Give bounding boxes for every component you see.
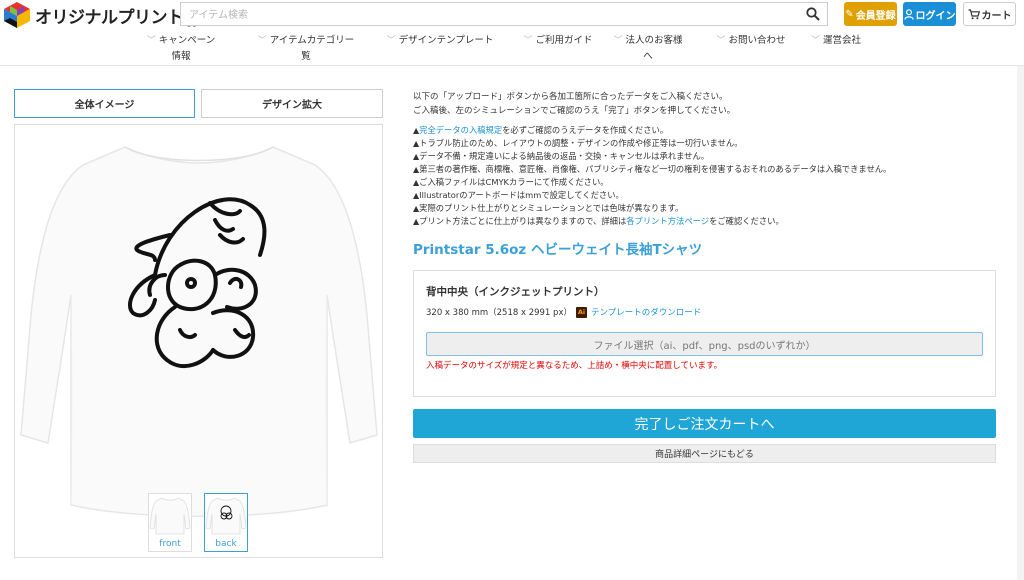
note-text: 第三者の著作権、商標権、意匠権、肖像権、パブリシティ権など一切の権利を侵害するお… [419,164,892,174]
chevron-down-icon: ﹀ [257,36,267,46]
note-item: ▲第三者の著作権、商標権、意匠権、肖像権、パブリシティ権など一切の権利を侵害する… [413,163,891,176]
thumb-front[interactable]: front [148,493,192,552]
print-size-line: 320 x 380 mm（2518 x 2991 px） Ai テンプレートのダ… [426,306,701,318]
nav-item-company[interactable]: ﹀ 運営会社 [810,33,862,49]
note-item: ▲プリント方法ごとに仕上がりは異なりますので、詳細は各プリント方法ページをご確認… [413,215,891,228]
member-register-button[interactable]: ✎ 会員登録 [844,2,897,26]
thumb-label: back [215,539,237,549]
tab-full-image[interactable]: 全体イメージ [14,89,195,118]
pencil-icon: ✎ [845,8,854,20]
note-text: をご確認ください。 [709,216,784,226]
print-position-title: 背中中央（インクジェットプリント） [426,286,605,298]
chevron-down-icon: ﹀ [613,36,623,46]
nav-item-label: アイテムカテゴリー覧 [269,35,355,62]
note-text: データ不備・規定違いによる納品後の返品・交換・キャンセルは承れません。 [419,151,710,161]
note-text: Illustratorのアートボードはmmで設定してください。 [419,190,624,200]
template-download-link[interactable]: テンプレートのダウンロード [591,306,701,318]
product-title: Printstar 5.6oz ヘビーウェイト長袖Tシャツ [413,242,703,258]
cart-label: カート [981,10,1012,22]
nav-item-category[interactable]: ﹀ アイテムカテゴリー覧 [254,33,358,65]
print-methods-link[interactable]: 各プリント方法ページ [626,216,709,226]
cart-icon [968,8,980,19]
note-text: を必ずご確認のうえデータを作成ください。 [502,125,669,135]
user-icon [903,8,914,20]
login-button[interactable]: ログイン [903,2,956,26]
nav-item-label: キャンペーン情報 [158,35,216,62]
note-text: トラブル防止のため、レイアウトの調整・デザインの作成や修正等は一切行いません。 [419,138,743,148]
file-select-button[interactable]: ファイル選択（ai、pdf、png、psdのいずれか） [426,332,983,356]
back-to-product-button[interactable]: 商品詳細ページにもどる [413,444,996,463]
notes-list: ▲完全データの入稿規定を必ずご確認のうえデータを作成ください。 ▲トラブル防止の… [413,124,891,228]
upload-panel: 背中中央（インクジェットプリント） 320 x 380 mm（2518 x 29… [413,270,996,397]
nav-item-contact[interactable]: ﹀ お問い合わせ [716,33,786,49]
nav-item-label: 法人のお客様へ [625,35,683,62]
search-icon [806,7,820,21]
tshirt-front-thumbnail [149,497,191,535]
tshirt-back-image [20,146,378,517]
nav-item-label: 運営会社 [823,35,862,46]
search-button[interactable] [803,5,823,23]
search-input[interactable] [181,4,781,27]
note-text: ご入稿ファイルはCMYKカラーにて作成ください。 [419,177,609,187]
site-logo[interactable]: オリジナルプリント.jp [2,1,202,29]
note-item: ▲ご入稿ファイルはCMYKカラーにて作成ください。 [413,176,891,189]
header: オリジナルプリント.jp ✎ 会員登録 ログイン カート [0,0,1024,30]
member-register-label: 会員登録 [855,10,896,22]
page-scrollbar[interactable] [1017,66,1024,580]
instruction-line: ご入稿後、左のシミュレーションでご確認のうえ「完了」ボタンを押してください。 [413,106,736,116]
tshirt-preview [14,124,383,558]
note-item: ▲完全データの入稿規定を必ずご確認のうえデータを作成ください。 [413,124,891,137]
chevron-down-icon: ﹀ [716,36,726,46]
chevron-down-icon: ﹀ [523,36,533,46]
tab-design-zoom[interactable]: デザイン拡大 [201,89,383,118]
nav-item-label: お問い合わせ [728,35,786,46]
nav-item-label: デザインテンプレート [398,35,494,46]
nav-item-label: ご利用ガイド [535,35,593,46]
logo-text: オリジナルプリント.jp [35,7,202,27]
logo-cube-icon [4,2,30,28]
upload-instructions: 以下の「アップロード」ボタンから各加工箇所に合ったデータをご入稿ください。 ご入… [413,90,735,118]
illustrator-icon: Ai [575,306,587,318]
nav-item-campaign[interactable]: ﹀ キャンペーン情報 [142,33,220,65]
main-nav: ﹀ キャンペーン情報 ﹀ アイテムカテゴリー覧 ﹀ デザインテンプレート ﹀ ご利用ガイ… [0,30,1024,66]
chevron-down-icon: ﹀ [810,36,820,46]
complete-order-button[interactable]: 完了しご注文カートへ [413,409,996,438]
note-item: ▲データ不備・規定違いによる納品後の返品・交換・キャンセルは承れません。 [413,150,891,163]
print-size-text: 320 x 380 mm（2518 x 2991 px） [426,308,572,318]
data-rules-link[interactable]: 完全データの入稿規定 [419,125,502,135]
size-warning: 入稿データのサイズが規定と異なるため、上詰め・横中央に配置しています。 [426,361,723,371]
note-item: ▲Illustratorのアートボードはmmで設定してください。 [413,189,891,202]
nav-item-corporate[interactable]: ﹀ 法人のお客様へ [612,33,684,65]
instruction-line: 以下の「アップロード」ボタンから各加工箇所に合ったデータをご入稿ください。 [413,92,728,102]
search-bar [180,2,828,27]
tshirt-back-thumbnail [205,497,247,535]
tab-label: デザイン拡大 [262,100,322,111]
login-label: ログイン [915,10,956,22]
nav-item-guide[interactable]: ﹀ ご利用ガイド [518,33,598,49]
note-text: プリント方法ごとに仕上がりは異なりますので、詳細は [419,216,627,226]
cart-button[interactable]: カート [963,2,1016,26]
thumb-back[interactable]: back [204,493,248,552]
note-item: ▲トラブル防止のため、レイアウトの調整・デザインの作成や修正等は一切行いません。 [413,137,891,150]
chevron-down-icon: ﹀ [386,36,396,46]
thumb-label: front [159,539,181,549]
note-text: 実際のプリント仕上がりとシミュレーションとでは色味が異なります。 [419,203,684,213]
note-item: ▲実際のプリント仕上がりとシミュレーションとでは色味が異なります。 [413,202,891,215]
nav-item-templates[interactable]: ﹀ デザインテンプレート [386,33,494,49]
chevron-down-icon: ﹀ [146,36,156,46]
tab-label: 全体イメージ [74,100,135,111]
